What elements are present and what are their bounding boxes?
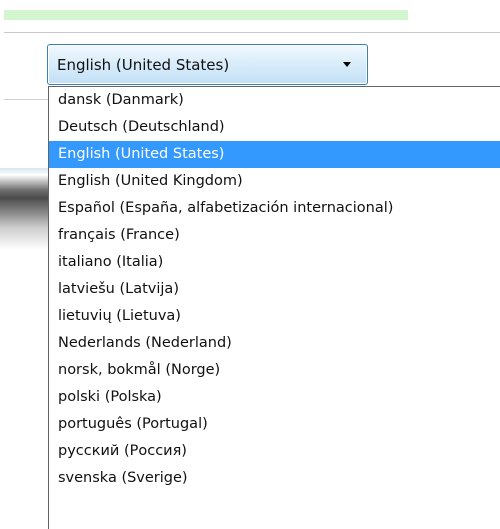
language-option[interactable]: lietuvių (Lietuva): [49, 303, 500, 330]
progress-bar: [4, 10, 408, 20]
divider: [4, 99, 48, 100]
language-option[interactable]: latviešu (Latvija): [49, 276, 500, 303]
language-option[interactable]: dansk (Danmark): [49, 87, 500, 114]
language-option[interactable]: italiano (Italia): [49, 249, 500, 276]
divider: [4, 32, 500, 33]
language-option[interactable]: English (United Kingdom): [49, 168, 500, 195]
language-combobox[interactable]: English (United States): [47, 44, 368, 85]
language-option[interactable]: Nederlands (Nederland): [49, 330, 500, 357]
language-option[interactable]: English (United States): [49, 141, 500, 168]
chevron-down-icon: [343, 62, 351, 67]
language-dropdown-list[interactable]: dansk (Danmark) Deutsch (Deutschland) En…: [48, 86, 500, 529]
language-option[interactable]: polski (Polska): [49, 384, 500, 411]
language-option[interactable]: français (France): [49, 222, 500, 249]
language-option[interactable]: norsk, bokmål (Norge): [49, 357, 500, 384]
language-option[interactable]: português (Portugal): [49, 411, 500, 438]
language-option[interactable]: русский (Россия): [49, 438, 500, 465]
language-option[interactable]: svenska (Sverige): [49, 465, 500, 492]
language-combobox-value: English (United States): [57, 56, 230, 74]
background-panel-edge: [0, 168, 50, 250]
language-option[interactable]: Deutsch (Deutschland): [49, 114, 500, 141]
language-option[interactable]: Español (España, alfabetización internac…: [49, 195, 500, 222]
